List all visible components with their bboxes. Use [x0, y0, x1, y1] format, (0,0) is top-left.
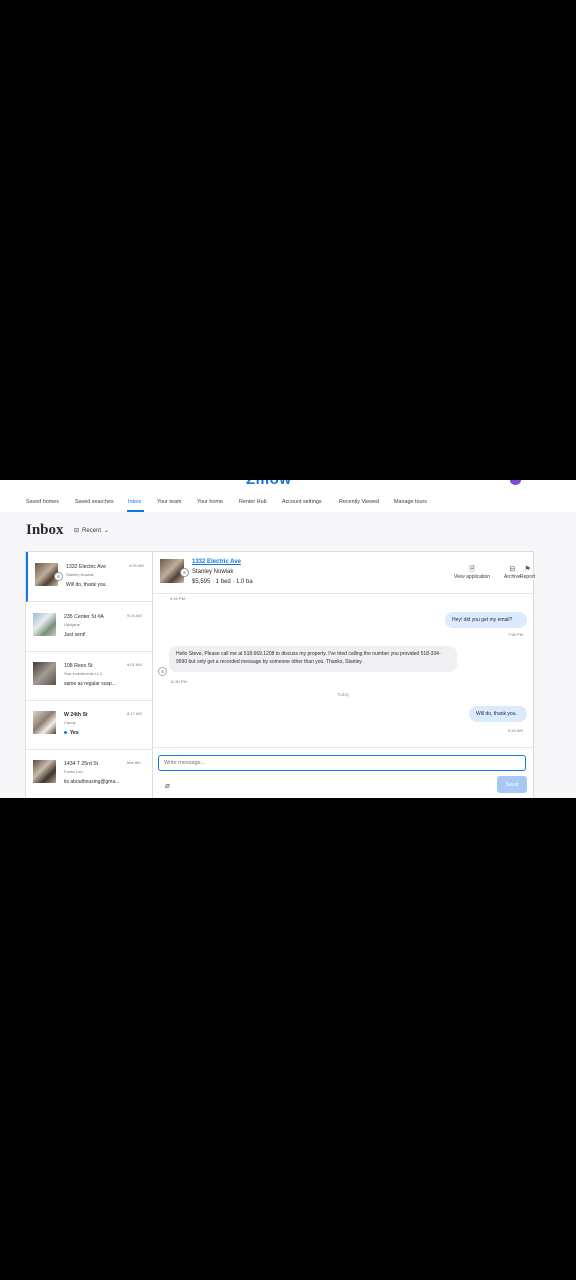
nav-your-team[interactable]: Your team — [157, 499, 181, 505]
report-button[interactable]: ⚑ Report — [520, 566, 535, 580]
conversation-item[interactable]: W 24th St Candy Yes 8:17 AM — [26, 700, 152, 750]
nav-renter-hub[interactable]: Renter Hub — [239, 499, 267, 505]
nav-saved-searches[interactable]: Saved searches — [75, 499, 114, 505]
zillow-logo[interactable]: Zillow — [246, 480, 292, 488]
document-icon: 🗎 — [469, 566, 475, 573]
conversation-item[interactable]: 108 Rees St Star Investments LLC same as… — [26, 651, 152, 701]
conversation-item[interactable]: 1434 T 25rd St Fosso Lau its abouthousin… — [26, 749, 152, 798]
thread-header: S 1332 Electric Ave Stanley Nowiak $5,59… — [153, 552, 535, 594]
message-input[interactable] — [158, 755, 526, 771]
inbox-tray-icon: ⊟ — [74, 528, 80, 534]
message-thread: S 1332 Electric Ave Stanley Nowiak $5,59… — [153, 552, 535, 798]
attachment-icon[interactable]: ⌀ — [165, 781, 170, 790]
sort-dropdown[interactable]: ⊟ Recent ⌄ — [74, 527, 110, 535]
property-thumbnail — [33, 760, 56, 783]
conversation-time: 9:01 AM — [127, 662, 142, 667]
main-content: Inbox ⊟ Recent ⌄ S 1332 Electric Ave Sta… — [0, 512, 576, 798]
archive-icon: ⊟ — [509, 566, 516, 573]
sender-avatar: S — [158, 667, 167, 676]
nav-manage-tours[interactable]: Manage tours — [394, 499, 427, 505]
message-timestamp: 4:15 PM — [170, 596, 185, 601]
thread-address-link[interactable]: 1332 Electric Ave — [192, 559, 241, 565]
property-thumbnail — [33, 613, 56, 636]
thread-property-details: $5,595 · 1 bed · 1.0 ba — [192, 579, 253, 585]
report-label: Report — [520, 574, 536, 580]
app-window: Zillow Saved homes Saved searches Inbox … — [0, 480, 576, 798]
conversation-item[interactable]: S 1332 Electric Ave Stanley Nowiak Will … — [26, 552, 152, 602]
contact-badge-icon: S — [54, 572, 63, 581]
message-timestamp: 7:55 PM — [508, 632, 523, 637]
nav-saved-homes[interactable]: Saved homes — [26, 499, 59, 505]
chevron-down-icon: ⌄ — [104, 528, 110, 534]
conversation-contact: Stanley Nowiak — [66, 572, 94, 577]
nav-your-home[interactable]: Your home — [197, 499, 223, 505]
message-list[interactable]: 4:15 PM Hey! did you get my email? 7:55 … — [153, 593, 533, 747]
message-bubble-outgoing: Will do, thank you. — [469, 706, 527, 722]
archive-button[interactable]: ⊟ Archive — [504, 566, 521, 580]
send-button[interactable]: Send — [497, 776, 527, 793]
property-thumbnail — [33, 662, 56, 685]
contact-badge-icon: S — [180, 568, 189, 577]
conversation-contact: Star Investments LLC — [64, 671, 103, 676]
nav-recently-viewed[interactable]: Recently Viewed — [339, 499, 379, 505]
conversation-time: 9:24 AM — [127, 613, 142, 618]
message-bubble-incoming: Hello Steve, Please call me at 518.669.1… — [169, 646, 457, 672]
conversation-time: 9:29 AM — [129, 563, 144, 568]
user-avatar[interactable] — [510, 480, 521, 485]
unread-dot-icon — [64, 731, 67, 735]
message-bubble-outgoing: Hey! did you get my email? — [445, 612, 527, 628]
thread-contact-name: Stanley Nowiak — [192, 569, 234, 575]
archive-label: Archive — [504, 574, 521, 580]
conversation-contact: Candy — [64, 720, 76, 725]
property-thumbnail — [33, 711, 56, 734]
header: Zillow — [0, 480, 576, 488]
conversation-address: 235 Center St #A — [64, 614, 104, 620]
conversation-preview: Will do, thank you. — [66, 582, 107, 588]
conversation-preview-text: Yes — [70, 730, 79, 736]
nav-inbox[interactable]: Inbox — [128, 499, 141, 505]
sort-label: Recent — [82, 527, 102, 534]
top-nav: Saved homes Saved searches Inbox Your te… — [0, 488, 576, 513]
conversation-preview: Just sent! — [64, 632, 86, 638]
compose-area: ⌀ Send — [153, 747, 533, 798]
conversation-address: 1332 Electric Ave — [66, 564, 106, 570]
conversation-contact: Fosso Lau — [64, 769, 83, 774]
conversation-preview: same as regular susp... — [64, 681, 116, 687]
conversation-time: Mar 6th — [127, 760, 141, 765]
day-separator: Today — [336, 692, 349, 697]
view-application-button[interactable]: 🗎 View application — [454, 566, 490, 580]
conversation-preview: Yes — [64, 730, 79, 736]
flag-icon: ⚑ — [524, 566, 531, 573]
inbox-panel: S 1332 Electric Ave Stanley Nowiak Will … — [25, 551, 535, 798]
conversation-preview: its abouthousing@gma... — [64, 779, 120, 785]
conversation-contact: Upstjane — [64, 622, 80, 627]
page-title: Inbox — [26, 522, 64, 538]
conversation-address: 1434 T 25rd St — [64, 761, 99, 767]
conversation-address: W 24th St — [64, 712, 88, 718]
message-timestamp: 11:30 PM — [170, 679, 187, 684]
conversation-item[interactable]: 235 Center St #A Upstjane Just sent! 9:2… — [26, 602, 152, 652]
conversation-time: 8:17 AM — [127, 711, 142, 716]
conversation-address: 108 Rees St — [64, 663, 93, 669]
nav-account-settings[interactable]: Account settings — [282, 499, 322, 505]
view-application-label: View application — [454, 574, 491, 580]
message-timestamp: 9:29 AM — [508, 728, 523, 733]
conversation-list[interactable]: S 1332 Electric Ave Stanley Nowiak Will … — [26, 552, 153, 798]
